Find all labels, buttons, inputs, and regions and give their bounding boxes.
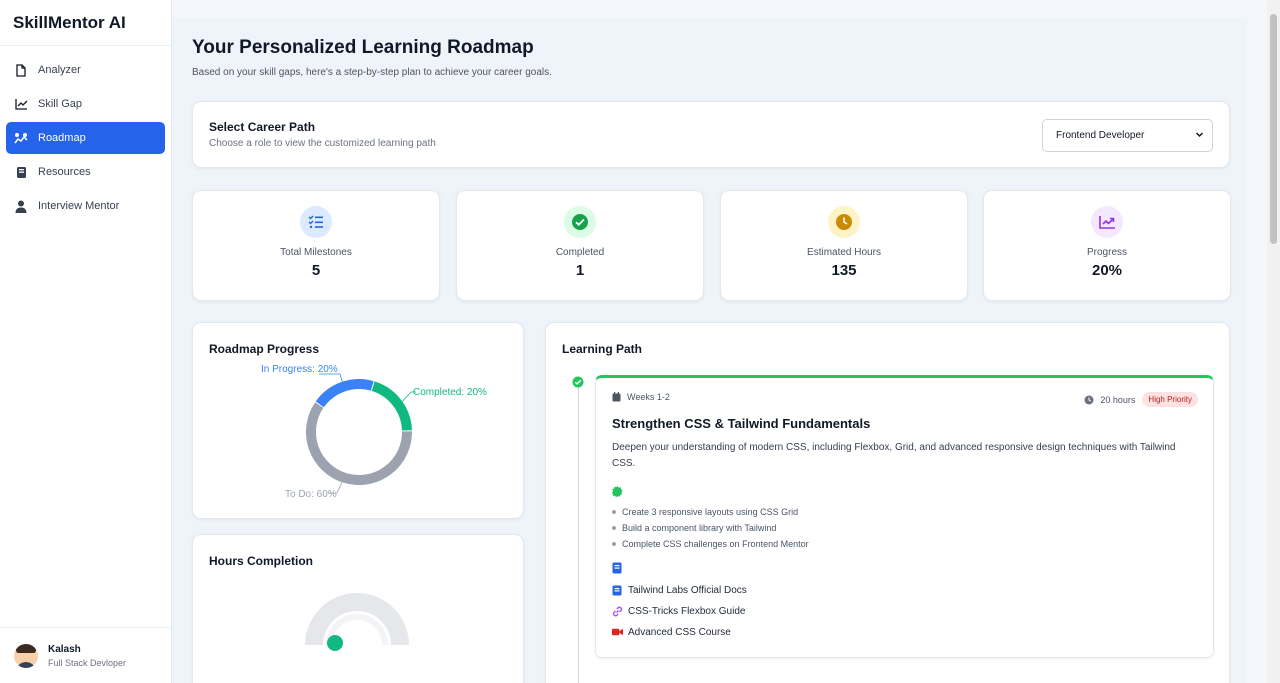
stat-label: Estimated Hours: [807, 247, 881, 258]
user-role: Full Stack Devloper: [48, 657, 127, 668]
timeline-line: [578, 385, 579, 683]
chart-label-completed: Completed: 20%: [413, 387, 487, 398]
learning-path-card: Learning Path Weeks 1-2 20 hours High Pr…: [545, 322, 1230, 683]
link-icon: [612, 606, 623, 617]
check-circle-icon: [572, 375, 584, 388]
milestone-weeks: Weeks 1-2: [627, 392, 670, 402]
milestone-tasks: Create 3 responsive layouts using CSS Gr…: [612, 484, 1197, 552]
avatar: [14, 643, 38, 668]
stat-card-completed: Completed 1: [456, 190, 704, 301]
resource-link-css-tricks[interactable]: CSS-Tricks Flexbox Guide: [612, 601, 1197, 622]
stat-card-progress: Progress 20%: [983, 190, 1231, 301]
donut-slice-completed: [371, 381, 412, 431]
book-icon: [14, 165, 28, 179]
stat-card-total-milestones: Total Milestones 5: [192, 190, 440, 301]
donut-slice-to-do: [306, 402, 412, 485]
video-icon: [612, 627, 623, 638]
career-path-select[interactable]: Frontend Developer: [1042, 119, 1213, 152]
scrollbar-thumb[interactable]: [1270, 14, 1277, 244]
list-check-icon: [300, 206, 332, 238]
milestone-title: Strengthen CSS & Tailwind Fundamentals: [612, 416, 871, 431]
leader-line-in-progress: [319, 373, 344, 385]
learning-path-title: Learning Path: [562, 342, 643, 356]
list-item: Build a component library with Tailwind: [612, 520, 1197, 536]
priority-badge: High Priority: [1142, 392, 1198, 407]
page-title: Your Personalized Learning Roadmap: [192, 37, 534, 58]
user-icon: [14, 199, 28, 213]
main-content: Your Personalized Learning Roadmap Based…: [172, 18, 1247, 683]
sidebar-nav: Analyzer Skill Gap Roadmap Resources Int…: [0, 46, 171, 222]
user-profile[interactable]: Kalash Full Stack Devloper: [0, 627, 171, 683]
stat-value: 1: [575, 262, 585, 279]
milestone-description: Deepen your understanding of modern CSS,…: [612, 442, 1176, 469]
resource-link-advanced-css[interactable]: Advanced CSS Course: [612, 622, 1197, 643]
stat-label: Progress: [1086, 247, 1127, 258]
career-path-selected: Frontend Developer: [1056, 130, 1145, 141]
clock-icon: [828, 206, 860, 238]
donut-slice-in-progress: [315, 379, 374, 408]
roadmap-progress-title: Roadmap Progress: [209, 342, 320, 356]
resource-link-tailwind-docs[interactable]: Tailwind Labs Official Docs: [612, 580, 1197, 601]
hours-completion-card: Hours Completion: [192, 534, 524, 683]
milestone-card[interactable]: Weeks 1-2 20 hours High Priority Strengt…: [595, 375, 1214, 658]
trend-icon: [1091, 206, 1123, 238]
chart-label-todo: To Do: 60%: [285, 489, 337, 500]
stat-value: 20%: [1091, 262, 1123, 279]
sidebar-item-roadmap[interactable]: Roadmap: [6, 122, 165, 154]
stat-value: 135: [831, 262, 857, 279]
chart-line-icon: [14, 97, 28, 111]
chevron-down-icon: [1195, 130, 1204, 142]
sidebar-item-label: Analyzer: [38, 64, 81, 76]
brand-title: SkillMentor AI: [0, 0, 171, 46]
list-item: Complete CSS challenges on Frontend Ment…: [612, 536, 1197, 552]
calendar-icon: [612, 392, 621, 402]
roadmap-icon: [14, 131, 28, 145]
stat-card-estimated-hours: Estimated Hours 135: [720, 190, 968, 301]
stat-label: Total Milestones: [280, 247, 352, 258]
career-path-card: Select Career Path Choose a role to view…: [192, 101, 1230, 168]
hours-completion-title: Hours Completion: [209, 554, 313, 568]
milestone-resources: Tailwind Labs Official Docs CSS-Tricks F…: [612, 561, 1197, 643]
list-item: Create 3 responsive layouts using CSS Gr…: [612, 504, 1197, 520]
milestone-hours: 20 hours: [1100, 394, 1136, 405]
user-name: Kalash: [48, 643, 81, 655]
book-icon: [612, 562, 622, 574]
sidebar-item-label: Roadmap: [38, 132, 86, 144]
sidebar-item-label: Resources: [38, 166, 91, 178]
stat-value: 5: [311, 262, 321, 279]
sidebar-item-label: Skill Gap: [38, 98, 83, 110]
check-circle-icon: [564, 206, 596, 238]
roadmap-progress-card: Roadmap Progress In Progress: 20% Comple…: [192, 322, 524, 519]
hours-completion-gauge: [305, 593, 409, 651]
sidebar-item-analyzer[interactable]: Analyzer: [6, 54, 165, 86]
clock-icon: [1084, 395, 1094, 405]
sidebar-item-label: Interview Mentor: [38, 200, 120, 212]
book-icon: [612, 585, 623, 596]
badge-star-icon: [612, 486, 623, 497]
stat-label: Completed: [555, 247, 605, 258]
sidebar: SkillMentor AI Analyzer Skill Gap Roadma…: [0, 0, 172, 683]
sidebar-item-resources[interactable]: Resources: [6, 156, 165, 188]
sidebar-item-interview-mentor[interactable]: Interview Mentor: [6, 190, 165, 222]
document-icon: [14, 63, 28, 77]
scrollbar[interactable]: [1267, 0, 1280, 683]
sidebar-item-skill-gap[interactable]: Skill Gap: [6, 88, 165, 120]
chart-label-in-progress: In Progress: 20%: [261, 364, 338, 375]
roadmap-progress-chart: In Progress: 20% Completed: 20% To Do: 6…: [261, 364, 487, 500]
page-subtitle: Based on your skill gaps, here's a step-…: [192, 67, 552, 78]
gauge-fill: [327, 635, 343, 651]
